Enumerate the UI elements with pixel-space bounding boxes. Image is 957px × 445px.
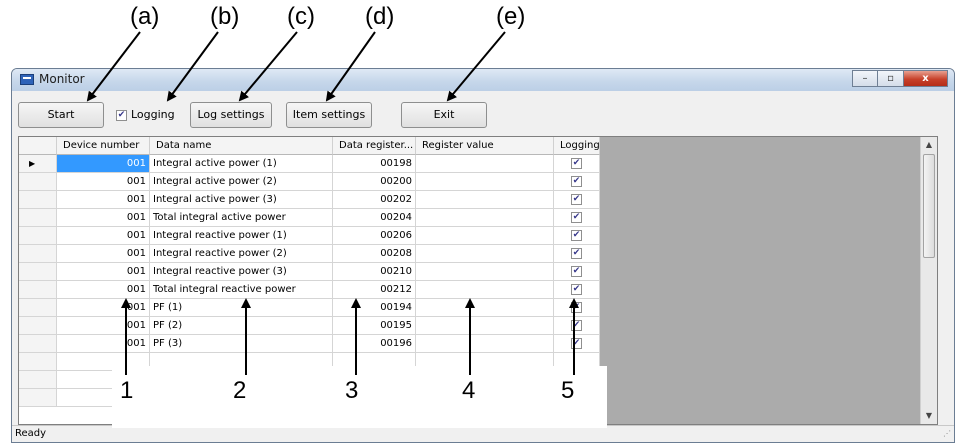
arrow-d (325, 31, 376, 102)
callout-arrows (86, 31, 579, 375)
arrow-a (86, 31, 141, 102)
arrow-b (166, 31, 219, 102)
arrow-c (238, 31, 298, 102)
arrow-e (446, 31, 506, 102)
